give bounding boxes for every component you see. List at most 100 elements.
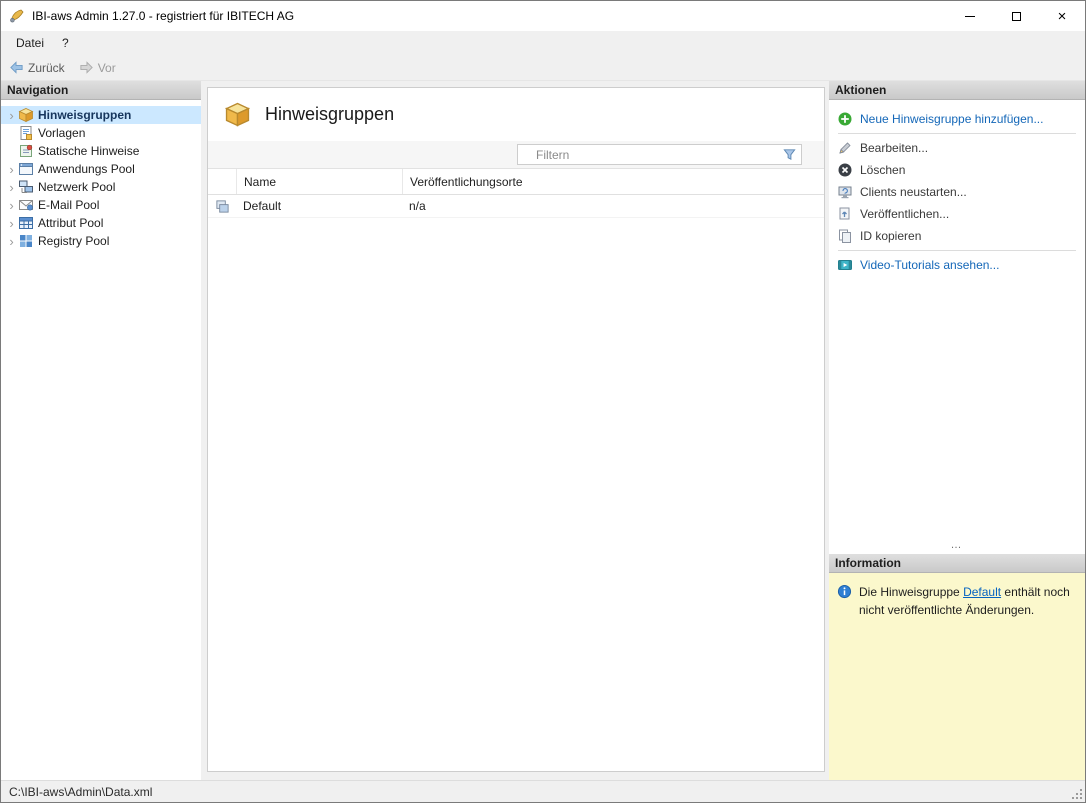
static-notice-icon — [18, 143, 34, 159]
action-restart-clients[interactable]: Clients neustarten... — [829, 181, 1085, 203]
menu-item-help[interactable]: ? — [53, 33, 78, 53]
notice-group-icon — [224, 101, 251, 128]
nav-item-statische-hinweise[interactable]: Statische Hinweise — [1, 142, 201, 160]
action-label: Video-Tutorials ansehen... — [860, 258, 999, 272]
close-button[interactable]: × — [1039, 1, 1085, 31]
minimize-button[interactable] — [947, 1, 993, 31]
chevron-right-icon[interactable]: › — [5, 109, 18, 122]
nav-item-attribut-pool[interactable]: › Attribut Pool — [1, 214, 201, 232]
application-pool-icon — [18, 161, 34, 177]
page-title: Hinweisgruppen — [265, 104, 394, 125]
chevron-right-icon[interactable]: › — [5, 217, 18, 230]
minimize-icon — [965, 16, 975, 17]
template-icon — [18, 125, 34, 141]
actions-panel-header: Aktionen — [829, 81, 1085, 100]
copy-id-icon — [837, 228, 853, 244]
filter-funnel-icon[interactable] — [782, 147, 797, 162]
add-icon — [837, 111, 853, 127]
back-arrow-icon — [9, 60, 24, 75]
chevron-right-icon[interactable]: › — [5, 181, 18, 194]
window-title: IBI-aws Admin 1.27.0 - registriert für I… — [32, 9, 294, 23]
action-copy-id[interactable]: ID kopieren — [829, 225, 1085, 247]
close-icon: × — [1058, 9, 1067, 24]
action-video-tutorials[interactable]: Video-Tutorials ansehen... — [829, 254, 1085, 276]
menubar: Datei ? — [1, 31, 1085, 55]
forward-button-label: Vor — [98, 61, 116, 75]
actions-separator — [838, 250, 1076, 251]
column-header-name[interactable]: Name — [236, 169, 402, 194]
action-publish[interactable]: Veröffentlichen... — [829, 203, 1085, 225]
chevron-right-icon[interactable]: › — [5, 235, 18, 248]
chevron-right-icon[interactable]: › — [5, 163, 18, 176]
maximize-button[interactable] — [993, 1, 1039, 31]
nav-item-label: Statische Hinweise — [38, 144, 139, 158]
navigation-tree: › Hinweisgruppen Vorlagen — [1, 100, 201, 780]
navigation-panel: Navigation › Hinweisgruppen Vorlagen — [1, 81, 201, 780]
edit-icon — [837, 140, 853, 156]
action-delete[interactable]: Löschen — [829, 159, 1085, 181]
information-body: Die Hinweisgruppe Default enthält noch n… — [829, 573, 1085, 780]
table-header: Name Veröffentlichungsorte — [208, 169, 824, 195]
notice-group-icon — [18, 107, 34, 123]
app-window: IBI-aws Admin 1.27.0 - registriert für I… — [0, 0, 1086, 803]
maximize-icon — [1012, 12, 1021, 21]
page-header: Hinweisgruppen — [208, 88, 824, 141]
table-row[interactable]: Default n/a — [208, 195, 824, 218]
actions-list: Neue Hinweisgruppe hinzufügen... Bearbei… — [829, 100, 1085, 276]
nav-item-label: Registry Pool — [38, 234, 109, 248]
video-icon — [837, 257, 853, 273]
nav-item-netzwerk-pool[interactable]: › Netzwerk Pool — [1, 178, 201, 196]
information-text: Die Hinweisgruppe Default enthält noch n… — [859, 583, 1077, 619]
information-panel-header: Information — [829, 554, 1085, 573]
nav-item-vorlagen[interactable]: Vorlagen — [1, 124, 201, 142]
nav-item-email-pool[interactable]: › E-Mail Pool — [1, 196, 201, 214]
filter-input[interactable] — [517, 144, 802, 165]
nav-item-registry-pool[interactable]: › Registry Pool — [1, 232, 201, 250]
column-header-veroeffentlichungsorte[interactable]: Veröffentlichungsorte — [402, 169, 824, 194]
resize-grip[interactable] — [1071, 788, 1083, 800]
back-button[interactable]: Zurück — [9, 60, 65, 75]
information-panel: Information Die Hinweisgruppe Default en… — [829, 554, 1085, 780]
forward-button[interactable]: Vor — [79, 60, 116, 75]
cell-veroeffentlichungsorte: n/a — [402, 195, 824, 217]
window-controls: × — [947, 1, 1085, 31]
nav-item-hinweisgruppen[interactable]: › Hinweisgruppen — [1, 106, 201, 124]
action-label: Neue Hinweisgruppe hinzufügen... — [860, 112, 1043, 126]
action-edit[interactable]: Bearbeiten... — [829, 137, 1085, 159]
filter-row — [208, 141, 824, 169]
filter-wrap — [517, 144, 802, 165]
network-pool-icon — [18, 179, 34, 195]
app-icon — [9, 8, 25, 24]
forward-arrow-icon — [79, 60, 94, 75]
titlebar: IBI-aws Admin 1.27.0 - registriert für I… — [1, 1, 1085, 31]
notice-group-item-icon — [215, 199, 230, 214]
main-panel: Hinweisgruppen Name Veröffentlichungsort… — [207, 87, 825, 772]
action-label: Clients neustarten... — [860, 185, 967, 199]
info-text-before: Die Hinweisgruppe — [859, 585, 963, 599]
row-icon-cell — [208, 195, 236, 217]
email-pool-icon — [18, 197, 34, 213]
info-default-link[interactable]: Default — [963, 585, 1001, 599]
nav-item-label: Hinweisgruppen — [38, 108, 131, 122]
statusbar: C:\IBI-aws\Admin\Data.xml — [1, 780, 1085, 802]
navigation-panel-header: Navigation — [1, 81, 201, 100]
column-header-icon — [208, 169, 236, 194]
nav-item-label: Anwendungs Pool — [38, 162, 135, 176]
nav-item-label: Vorlagen — [38, 126, 85, 140]
right-panel: Aktionen Neue Hinweisgruppe hinzufügen..… — [829, 81, 1085, 780]
nav-item-anwendungs-pool[interactable]: › Anwendungs Pool — [1, 160, 201, 178]
actions-separator — [838, 133, 1076, 134]
info-icon — [837, 584, 852, 599]
panel-splitter[interactable]: … — [829, 540, 1085, 554]
back-button-label: Zurück — [28, 61, 65, 75]
toolbar: Zurück Vor — [1, 55, 1085, 81]
chevron-right-icon[interactable]: › — [5, 199, 18, 212]
menu-item-datei[interactable]: Datei — [7, 33, 53, 53]
nav-item-label: Attribut Pool — [38, 216, 103, 230]
statusbar-path: C:\IBI-aws\Admin\Data.xml — [9, 785, 152, 799]
content-area: Navigation › Hinweisgruppen Vorlagen — [1, 81, 1085, 780]
table-empty-area — [208, 218, 824, 771]
action-label: Löschen — [860, 163, 905, 177]
restart-clients-icon — [837, 184, 853, 200]
action-add-notice-group[interactable]: Neue Hinweisgruppe hinzufügen... — [829, 108, 1085, 130]
